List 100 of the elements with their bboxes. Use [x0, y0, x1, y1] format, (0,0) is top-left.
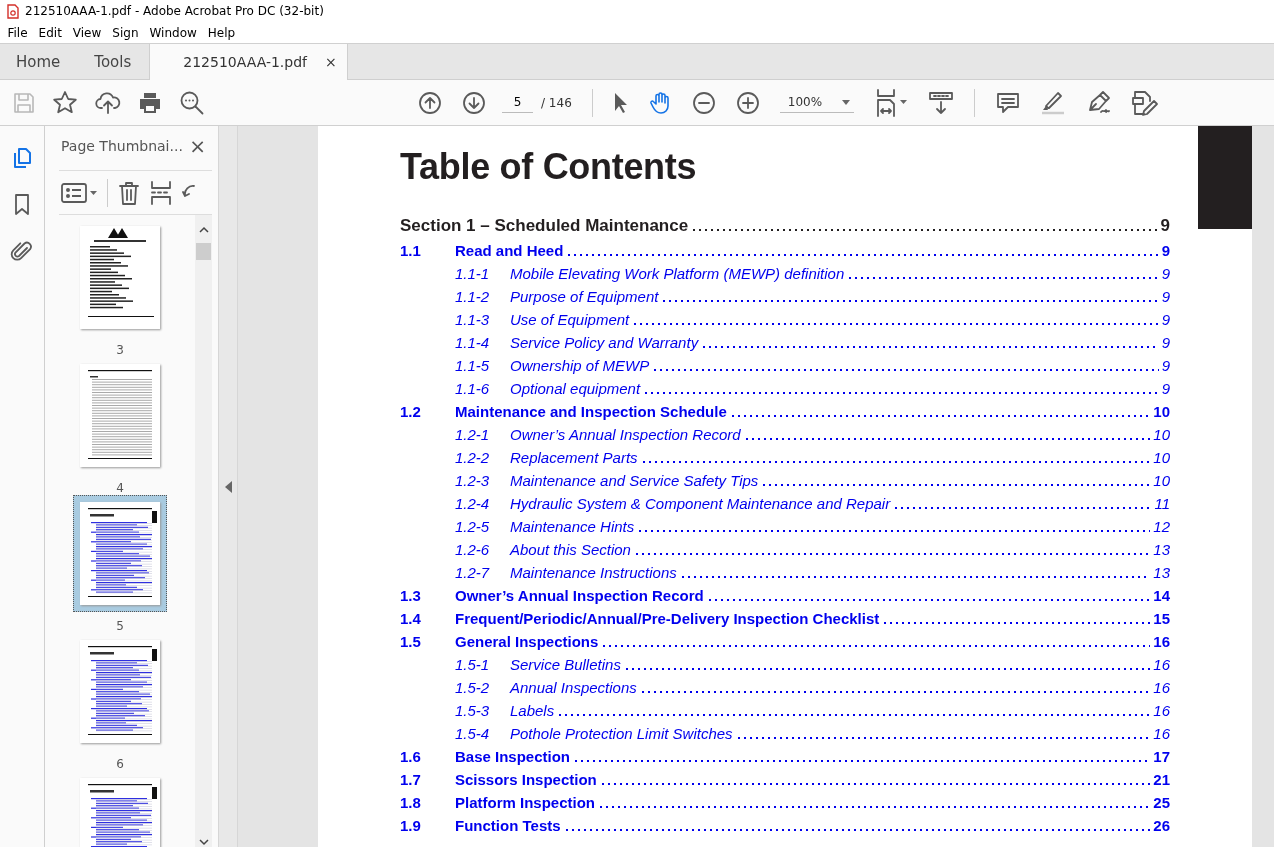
page-number[interactable]: 10	[1153, 449, 1170, 466]
section-number[interactable]: 1.2-5	[455, 518, 510, 535]
toc-entry-link[interactable]: Replacement Parts	[510, 449, 638, 466]
zoom-in-icon[interactable]	[735, 90, 760, 115]
section-number[interactable]: 1.2-2	[455, 449, 510, 466]
trash-icon[interactable]	[118, 180, 140, 205]
section-number[interactable]: 1.5-4	[455, 725, 510, 742]
section-number[interactable]: 1.2-7	[455, 564, 510, 581]
toc-entry-link[interactable]: Platform Inspection	[455, 794, 596, 811]
toc-entry-link[interactable]: Owner’s Annual Inspection Record	[510, 426, 741, 443]
comment-icon[interactable]	[995, 90, 1020, 115]
toc-entry-link[interactable]: Annual Inspections	[510, 679, 637, 696]
section-number[interactable]: 1.2	[400, 403, 455, 420]
toc-entry-link[interactable]: Service Bulletins	[510, 656, 621, 673]
page-number[interactable]: 16	[1153, 702, 1170, 719]
tab[interactable]: Tools	[78, 44, 150, 79]
scroll-down-icon[interactable]	[198, 838, 209, 846]
page-number[interactable]: 9	[1161, 334, 1170, 351]
page-number[interactable]: 9	[1161, 311, 1170, 328]
menu-item[interactable]: Sign	[106, 25, 144, 40]
page-number[interactable]: 15	[1153, 610, 1170, 627]
section-number[interactable]: 1.1-6	[455, 380, 510, 397]
section-number[interactable]: 1.2-4	[455, 495, 510, 512]
section-number[interactable]: 1.7	[400, 771, 455, 788]
select-arrow-icon[interactable]	[612, 91, 627, 114]
page-number[interactable]: 9	[1161, 357, 1170, 374]
page-number[interactable]: 25	[1153, 794, 1170, 811]
arrow-up-circle-icon[interactable]	[418, 90, 442, 115]
toc-entry-link[interactable]: Maintenance Hints	[510, 518, 635, 535]
page-number[interactable]: 11	[1154, 495, 1170, 512]
page-number-field[interactable]: 5	[502, 92, 533, 113]
menu-item[interactable]: Help	[202, 25, 241, 40]
paperclip-icon[interactable]	[10, 240, 34, 264]
toc-entry-link[interactable]: Hydraulic System & Component Maintenance and Repair	[510, 495, 891, 512]
toc-entry-link[interactable]: Read and Heed	[455, 242, 564, 259]
insert-page-icon[interactable]	[150, 180, 172, 205]
scroll-up-icon[interactable]	[198, 226, 209, 234]
page-number[interactable]: 10	[1153, 403, 1170, 420]
toc-entry-link[interactable]: Use of Equipment	[510, 311, 630, 328]
section-number[interactable]: 1.6	[400, 748, 455, 765]
edit-document-icon[interactable]	[1131, 89, 1160, 116]
section-number[interactable]: 1.5-1	[455, 656, 510, 673]
zoom-dropdown[interactable]: 100%	[779, 92, 854, 113]
page-number[interactable]: 16	[1153, 656, 1170, 673]
menu-item[interactable]: View	[67, 25, 107, 40]
page-number[interactable]: 10	[1153, 472, 1170, 489]
section-number[interactable]: 1.2-1	[455, 426, 510, 443]
collapse-panel-icon[interactable]	[224, 480, 232, 493]
page-thumbnail[interactable]	[80, 226, 160, 329]
close-tab-button[interactable]: ×	[323, 54, 339, 70]
menu-item[interactable]: Edit	[33, 25, 68, 40]
section-number[interactable]: 1.1	[400, 242, 455, 259]
star-icon[interactable]	[52, 89, 78, 116]
page-number[interactable]: 16	[1153, 725, 1170, 742]
toc-entry-link[interactable]: Mobile Elevating Work Platform (MEWP) definition	[510, 265, 845, 282]
thumbnail-options-icon[interactable]	[61, 180, 97, 205]
page-fit-icon[interactable]	[874, 88, 909, 117]
page-number[interactable]: 13	[1153, 541, 1170, 558]
toc-entry-link[interactable]: About this Section	[510, 541, 631, 558]
toc-entry-link[interactable]: Scissors Inspection	[455, 771, 597, 788]
section-number[interactable]: 1.2-3	[455, 472, 510, 489]
toc-entry-link[interactable]: Maintenance and Inspection Schedule	[455, 403, 727, 420]
page-number[interactable]: 17	[1153, 748, 1170, 765]
zoom-search-icon[interactable]	[179, 89, 205, 116]
toc-entry-link[interactable]: General Inspections	[455, 633, 599, 650]
printer-icon[interactable]	[138, 91, 162, 114]
zoom-out-icon[interactable]	[691, 90, 716, 115]
toc-entry-link[interactable]: Owner’s Annual Inspection Record	[455, 587, 704, 604]
toc-entry-link[interactable]: Ownership of MEWP	[510, 357, 650, 374]
toc-entry-link[interactable]: Maintenance and Service Safety Tips	[510, 472, 759, 489]
cloud-upload-icon[interactable]	[95, 90, 121, 115]
page-number[interactable]: 21	[1153, 771, 1170, 788]
section-number[interactable]: 1.4	[400, 610, 455, 627]
page-number[interactable]: 12	[1153, 518, 1170, 535]
section-number[interactable]: 1.2-6	[455, 541, 510, 558]
page-number[interactable]: 14	[1153, 587, 1170, 604]
page-thumbnail[interactable]	[80, 364, 160, 467]
toc-entry-link[interactable]: Base Inspection	[455, 748, 571, 765]
section-number[interactable]: 1.1-4	[455, 334, 510, 351]
page-number[interactable]: 16	[1153, 633, 1170, 650]
section-number[interactable]: 1.3	[400, 587, 455, 604]
tab[interactable]: Home	[0, 44, 79, 79]
arrow-down-circle-icon[interactable]	[462, 90, 486, 115]
toc-entry-link[interactable]: Purpose of Equipment	[510, 288, 659, 305]
toc-entry-link[interactable]: Service Policy and Warranty	[510, 334, 699, 351]
page-thumbnail[interactable]	[80, 502, 160, 605]
highlighter-icon[interactable]	[1039, 89, 1066, 116]
page-number[interactable]: 9	[1161, 265, 1170, 282]
page-number[interactable]: 9	[1161, 380, 1170, 397]
page-number[interactable]: 13	[1153, 564, 1170, 581]
scrollbar[interactable]	[195, 215, 212, 847]
page-number[interactable]: 9	[1161, 288, 1170, 305]
menu-item[interactable]: Window	[144, 25, 203, 40]
section-number[interactable]: 1.5-3	[455, 702, 510, 719]
toc-entry-link[interactable]: Function Tests	[455, 817, 561, 834]
page-number[interactable]: 10	[1153, 426, 1170, 443]
page-number[interactable]: 16	[1153, 679, 1170, 696]
page-number[interactable]: 26	[1153, 817, 1170, 834]
toc-entry-link[interactable]: Maintenance Instructions	[510, 564, 677, 581]
menu-item[interactable]: File	[2, 25, 34, 40]
